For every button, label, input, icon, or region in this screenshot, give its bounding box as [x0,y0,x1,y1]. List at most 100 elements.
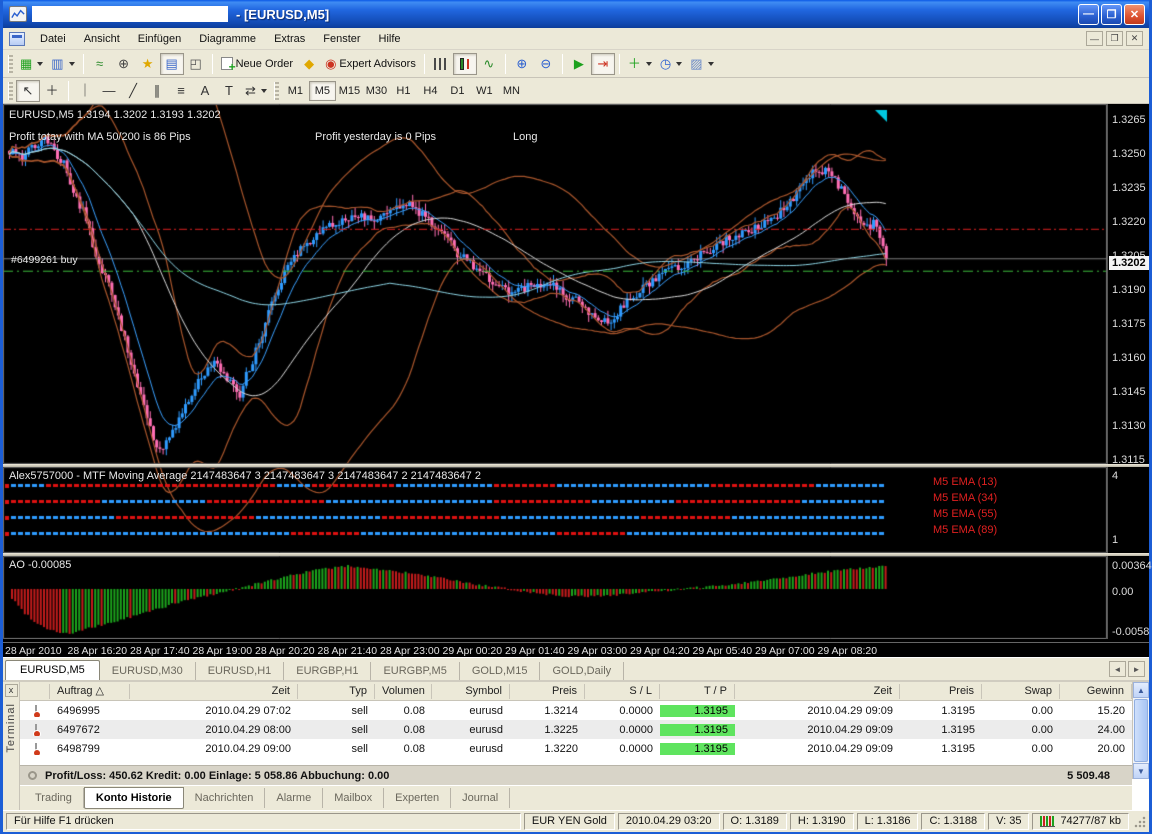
column-header-4[interactable]: Symbol [432,684,510,699]
column-header-6[interactable]: S / L [585,684,660,699]
menu-item-diagramme[interactable]: Diagramme [190,30,265,48]
column-header-7[interactable]: T / P [660,684,735,699]
terminal-tab-nachrichten[interactable]: Nachrichten [184,788,266,808]
status-close-value-text: C: 1.3188 [929,814,977,829]
timeframe-h4[interactable]: H4 [417,81,444,101]
column-header-8[interactable]: Zeit [735,684,900,699]
terminal-tab-experten[interactable]: Experten [384,788,451,808]
periods-button[interactable]: ◷ [656,53,686,75]
horizontal-line-tool[interactable]: — [97,80,121,102]
chart-window-icon[interactable] [9,32,25,46]
restore-button[interactable]: ❐ [1101,4,1122,25]
indicator1-splitter[interactable] [3,464,1149,467]
terminal-tab-mailbox[interactable]: Mailbox [323,788,384,808]
menu-item-extras[interactable]: Extras [265,30,314,48]
metaeditor-button[interactable]: ◆ [297,53,321,75]
history-table-header[interactable]: Auftrag △ZeitTypVolumenSymbolPreisS / LT… [20,682,1132,701]
chart-tab-goldm15[interactable]: GOLD,M15 [460,662,541,680]
vertical-line-tool[interactable]: ｜ [73,80,97,102]
terminal-scrollbar[interactable]: ▲ ▼ [1132,682,1149,779]
bar-chart-button[interactable] [429,53,453,75]
terminal-tab-kontohistorie[interactable]: Konto Historie [84,787,184,809]
menu-item-ansicht[interactable]: Ansicht [75,30,129,48]
line-chart-button[interactable]: ∿ [477,53,501,75]
auto-scroll-button[interactable]: ▶ [567,53,591,75]
symbols-button[interactable]: ★ [136,53,160,75]
timeframe-h1[interactable]: H1 [390,81,417,101]
trendline-tool[interactable]: ╱ [121,80,145,102]
candlestick-chart-button[interactable] [453,53,477,75]
minimize-button[interactable]: — [1078,4,1099,25]
price-chart-canvas[interactable] [3,104,1107,639]
crosshair-window-button[interactable]: ⊕ [112,53,136,75]
history-row[interactable]: 64976722010.04.29 08:00sell0.08eurusd1.3… [20,720,1132,739]
crosshair-tool[interactable]: ＋ [40,80,64,102]
scroll-down-icon[interactable]: ▼ [1133,763,1149,779]
new-order-button[interactable]: Neue Order [217,53,297,75]
menu-item-fenster[interactable]: Fenster [314,30,369,48]
time-axis[interactable]: 28 Apr 201028 Apr 16:2028 Apr 17:4028 Ap… [3,642,1149,657]
column-header-9[interactable]: Preis [900,684,982,699]
arrows-tool[interactable]: ⇄ [241,80,271,102]
child-close-icon[interactable]: ✕ [1126,31,1143,46]
channel-tool[interactable]: ∥ [145,80,169,102]
data-window-button[interactable]: ◰ [184,53,208,75]
zoom-out-button[interactable]: ⊖ [534,53,558,75]
history-row[interactable]: 64987992010.04.29 09:00sell0.08eurusd1.3… [20,739,1132,758]
tab-scroll-right-button[interactable]: ► [1128,661,1145,677]
timeframe-d1[interactable]: D1 [444,81,471,101]
tick-chart-button[interactable]: ≈ [88,53,112,75]
chart-tab-eurusdm30[interactable]: EURUSD,M30 [100,662,196,680]
terminal-tab-trading[interactable]: Trading [24,788,84,808]
templates-button[interactable]: ▨ [686,53,717,75]
close-button[interactable]: ✕ [1124,4,1145,25]
toolbar-grip[interactable] [8,82,13,100]
child-minimize-icon[interactable]: — [1086,31,1103,46]
chart-tab-eurusdm5[interactable]: EURUSD,M5 [5,660,100,680]
column-header-3[interactable]: Volumen [375,684,432,699]
text-tool[interactable]: A [193,80,217,102]
cursor-tool[interactable]: ↖ [16,80,40,102]
column-header-0[interactable]: Auftrag △ [50,684,130,699]
scrollbar-thumb[interactable] [1134,699,1148,762]
expert-advisors-button[interactable]: ◉Expert Advisors [321,53,420,75]
timeframe-mn[interactable]: MN [498,81,525,101]
chart-tab-eurgbph1[interactable]: EURGBP,H1 [284,662,371,680]
child-restore-icon[interactable]: ❐ [1106,31,1123,46]
terminal-close-icon[interactable]: x [5,684,18,697]
menu-item-einfgen[interactable]: Einfügen [129,30,190,48]
timeframe-m5[interactable]: M5 [309,81,336,101]
zoom-in-button[interactable]: ⊕ [510,53,534,75]
timeframe-w1[interactable]: W1 [471,81,498,101]
price-axis[interactable]: 1.31151.31301.31451.31601.31751.31901.32… [1107,104,1149,639]
column-header-1[interactable]: Zeit [130,684,298,699]
chart-tab-eurusdh1[interactable]: EURUSD,H1 [196,662,285,680]
timeframe-m1[interactable]: M1 [282,81,309,101]
market-watch-button[interactable]: ▤ [160,53,184,75]
menu-item-datei[interactable]: Datei [31,30,75,48]
profiles-button[interactable]: ▥ [47,53,78,75]
timeframe-m15[interactable]: M15 [336,81,363,101]
toolbar-grip[interactable] [8,55,13,73]
timeframe-m30[interactable]: M30 [363,81,390,101]
column-header-10[interactable]: Swap [982,684,1060,699]
new-chart-button[interactable]: ▦ [16,53,47,75]
chart-tab-eurgbpm5[interactable]: EURGBP,M5 [371,662,459,680]
terminal-tab-journal[interactable]: Journal [451,788,510,808]
history-row[interactable]: 64969952010.04.29 07:02sell0.08eurusd1.3… [20,701,1132,720]
toolbar-grip[interactable] [274,82,279,100]
fibonacci-tool[interactable]: ≡ [169,80,193,102]
indicator2-splitter[interactable] [3,553,1149,556]
label-tool[interactable]: T [217,80,241,102]
indicators-button[interactable]: ＋ [624,53,656,75]
column-header-11[interactable]: Gewinn [1060,684,1132,699]
column-header-2[interactable]: Typ [298,684,375,699]
tab-scroll-left-button[interactable]: ◄ [1109,661,1126,677]
resize-grip-icon[interactable] [1134,816,1146,828]
chart-shift-button[interactable]: ⇥ [591,53,615,75]
column-header-5[interactable]: Preis [510,684,585,699]
terminal-tab-alarme[interactable]: Alarme [265,788,323,808]
chart-tab-golddaily[interactable]: GOLD,Daily [540,662,624,680]
scroll-up-icon[interactable]: ▲ [1133,682,1149,698]
menu-item-hilfe[interactable]: Hilfe [370,30,410,48]
